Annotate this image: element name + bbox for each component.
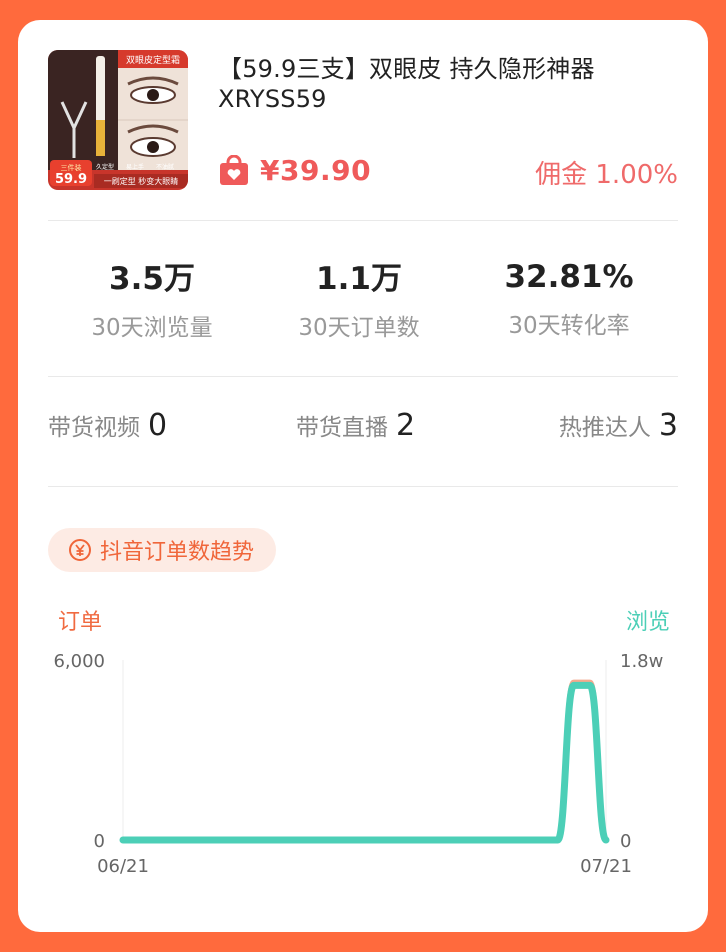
yen-circle-icon: [69, 539, 91, 561]
commission: 佣金 1.00%: [535, 154, 678, 191]
x-label-start: 06/21: [97, 856, 149, 877]
count-value: 2: [396, 408, 416, 443]
left-tick-top: 6,000: [53, 651, 105, 672]
divider: [48, 220, 678, 221]
divider: [48, 376, 678, 377]
stat-value: 32.81%: [504, 259, 634, 295]
thumb-feature-1: 久定型: [96, 163, 114, 171]
stat-value: 3.5万: [109, 261, 195, 297]
product-thumbnail[interactable]: 双眼皮定型霜 三件装 59.9 久定型 易上手 不油腻 一刷定型 秒变大眼睛: [48, 50, 188, 190]
commission-label: 佣金: [535, 160, 588, 190]
thumb-promo-price: 59.9: [55, 172, 87, 187]
count-influencers[interactable]: 热推达人 3: [559, 408, 678, 443]
thumb-feature-2: 易上手: [126, 163, 144, 171]
left-tick-bottom: 0: [94, 831, 105, 852]
shopping-bag-icon: [220, 154, 248, 185]
count-value: 3: [658, 408, 678, 443]
count-value: 0: [148, 408, 168, 443]
order-trend-chart: 6,000 0 1.8w 0 06/21 07/21: [53, 651, 663, 877]
series-line-0: [120, 679, 609, 843]
stat-label: 30天浏览量: [91, 315, 213, 341]
product-card: 双眼皮定型霜 三件装 59.9 久定型 易上手 不油腻 一刷定型 秒变大眼睛 【…: [18, 20, 708, 932]
left-axis-title: 订单: [58, 610, 103, 635]
product-price: ¥39.90: [260, 154, 372, 187]
right-tick-bottom: 0: [620, 831, 631, 852]
stat-conversion: 32.81% 30天转化率: [459, 256, 679, 340]
thumb-feature-3: 不油腻: [156, 163, 174, 171]
right-tick-top: 1.8w: [620, 651, 663, 672]
trend-title: 抖音订单数趋势: [100, 540, 255, 565]
x-label-end: 07/21: [580, 856, 632, 877]
stat-label: 30天订单数: [298, 315, 420, 341]
product-title[interactable]: 【59.9三支】双眼皮 持久隐形神器 XRYSS59: [218, 54, 688, 114]
trend-tab[interactable]: 抖音订单数趋势: [48, 528, 277, 572]
commission-value: 1.00%: [595, 160, 678, 190]
count-label: 带货视频: [48, 415, 140, 441]
right-axis-title: 浏览: [625, 610, 670, 635]
stat-orders: 1.1万 30天订单数: [249, 258, 469, 342]
stat-label: 30天转化率: [508, 313, 630, 339]
stat-views: 3.5万 30天浏览量: [42, 258, 262, 342]
divider: [48, 486, 678, 487]
count-label: 带货直播: [296, 415, 388, 441]
count-label: 热推达人: [558, 415, 651, 441]
thumb-slogan: 一刷定型 秒变大眼睛: [104, 176, 179, 186]
series-line-1: [119, 681, 610, 844]
product-image: 双眼皮定型霜 三件装 59.9 久定型 易上手 不油腻 一刷定型 秒变大眼睛: [48, 50, 188, 190]
count-videos[interactable]: 带货视频 0: [48, 408, 167, 443]
thumb-brand-text: 双眼皮定型霜: [126, 54, 180, 66]
count-live[interactable]: 带货直播 2: [296, 408, 415, 443]
thumb-promo-tag: 三件装: [61, 163, 82, 172]
stat-value: 1.1万: [316, 261, 402, 297]
price-row: ¥39.90: [218, 154, 371, 187]
